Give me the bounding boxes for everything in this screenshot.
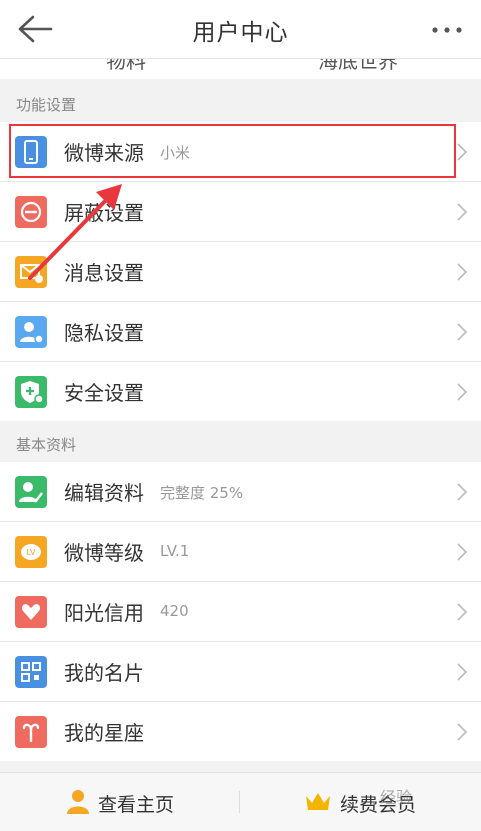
row-label: 我的星座	[64, 721, 144, 745]
view-homepage-button[interactable]: 查看主页	[0, 773, 239, 831]
crown-icon	[306, 793, 330, 810]
message-icon	[15, 256, 47, 288]
row-block-settings[interactable]: 屏蔽设置	[0, 182, 481, 242]
row-sunshine-credit[interactable]: 阳光信用 420	[0, 582, 481, 642]
chevron-right-icon	[457, 483, 467, 501]
edit-profile-icon	[15, 476, 47, 508]
row-message-settings[interactable]: 消息设置	[0, 242, 481, 302]
level-icon: LV	[15, 536, 47, 568]
chevron-right-icon	[457, 143, 467, 161]
page-title: 用户中心	[192, 20, 289, 46]
row-value: LV.1	[160, 542, 190, 560]
chevron-right-icon	[457, 263, 467, 281]
zodiac-icon	[15, 716, 47, 748]
highlight-box	[9, 124, 456, 178]
chevron-right-icon	[457, 383, 467, 401]
row-privacy-settings[interactable]: 隐私设置	[0, 302, 481, 362]
view-homepage-label: 查看主页	[98, 794, 175, 816]
section-title: 基本资料	[16, 436, 77, 454]
block-icon	[15, 196, 47, 228]
row-edit-profile[interactable]: 编辑资料 完整度 25%	[0, 462, 481, 522]
row-label: 编辑资料	[64, 481, 144, 505]
chevron-right-icon	[457, 203, 467, 221]
svg-text:LV: LV	[26, 548, 36, 557]
peek-right-text: 海底世界	[318, 59, 398, 73]
more-dots-icon[interactable]	[431, 26, 463, 34]
row-label: 我的名片	[64, 661, 144, 685]
chevron-right-icon	[457, 663, 467, 681]
basic-info-list: 编辑资料 完整度 25% LV 微博等级 LV.1 阳光信用 420 我的名片 …	[0, 462, 481, 761]
top-bar: 用户中心	[0, 0, 481, 59]
row-label: 阳光信用	[64, 601, 144, 625]
row-my-card[interactable]: 我的名片	[0, 642, 481, 702]
row-label: 安全设置	[64, 381, 144, 405]
peek-left-text: 物料	[106, 59, 146, 73]
scrolled-content-peek: 物料 海底世界	[0, 59, 481, 79]
credit-icon	[15, 596, 47, 628]
row-value: 完整度 25%	[160, 484, 244, 502]
row-security-settings[interactable]: 安全设置	[0, 362, 481, 421]
section-title: 功能设置	[16, 96, 77, 114]
row-label: 消息设置	[64, 261, 144, 285]
qr-card-icon	[15, 656, 47, 688]
row-label: 屏蔽设置	[64, 201, 144, 225]
chevron-right-icon	[457, 323, 467, 341]
section-header-features: 功能设置	[0, 82, 481, 122]
row-weibo-level[interactable]: LV 微博等级 LV.1	[0, 522, 481, 582]
watermark: 经验	[380, 788, 413, 807]
privacy-icon	[15, 316, 47, 348]
row-label: 隐私设置	[64, 321, 144, 345]
shield-icon	[15, 376, 47, 408]
row-label: 微博等级	[64, 541, 144, 565]
chevron-right-icon	[457, 723, 467, 741]
section-header-basic-info: 基本资料	[0, 422, 481, 462]
row-my-zodiac[interactable]: 我的星座	[0, 702, 481, 761]
row-value: 420	[160, 602, 189, 620]
chevron-right-icon	[457, 603, 467, 621]
chevron-right-icon	[457, 543, 467, 561]
renew-vip-button[interactable]: 续费会员	[240, 773, 481, 831]
person-icon	[67, 790, 89, 814]
